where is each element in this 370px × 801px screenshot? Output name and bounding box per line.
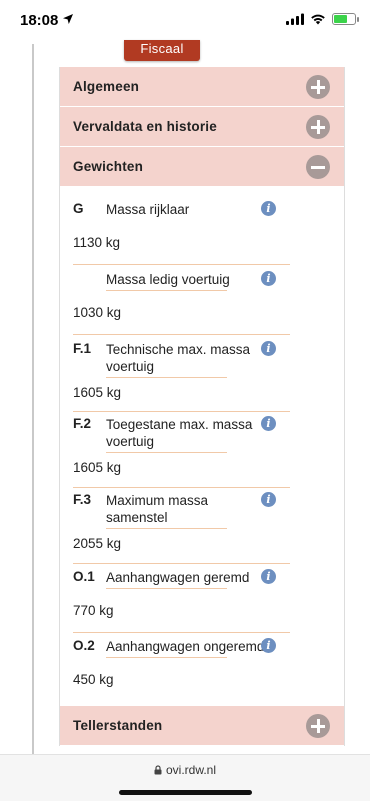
row-divider <box>73 264 290 265</box>
info-icon[interactable]: i <box>261 416 276 431</box>
section-title: Gewichten <box>73 159 144 174</box>
url-text: ovi.rdw.nl <box>165 763 217 777</box>
label-underline <box>106 528 227 529</box>
vehicle-data-accordion: Algemeen Vervaldata en historie Gewichte… <box>59 67 345 746</box>
weight-code: F.2 <box>73 416 92 431</box>
weight-code: O.1 <box>73 569 95 584</box>
info-icon[interactable]: i <box>261 569 276 584</box>
row-divider <box>73 334 290 335</box>
info-icon[interactable]: i <box>261 341 276 356</box>
url-display[interactable]: ovi.rdw.nl <box>0 763 370 777</box>
weight-label: Aanhangwagen ongeremd <box>106 639 265 654</box>
weight-code: F.1 <box>73 341 92 356</box>
weight-label: Massa rijklaar <box>106 202 190 217</box>
row-divider <box>73 487 290 488</box>
info-icon[interactable]: i <box>261 271 276 286</box>
home-indicator[interactable] <box>119 790 252 795</box>
plus-circle-icon[interactable] <box>306 75 330 99</box>
row-divider <box>73 563 290 564</box>
label-underline <box>106 452 227 453</box>
status-bar: 18:08 <box>0 0 370 44</box>
weight-label: Maximum massa samenstel <box>106 493 209 525</box>
label-underline <box>106 377 227 378</box>
section-header-gewichten[interactable]: Gewichten <box>60 147 344 187</box>
page-left-border <box>32 44 34 756</box>
cellular-signal-icon <box>286 13 304 25</box>
info-icon[interactable]: i <box>261 201 276 216</box>
section-header-tellerstanden[interactable]: Tellerstanden <box>60 706 344 746</box>
weight-value: 2055 kg <box>73 536 122 551</box>
weight-label: Toegestane max. massa voertuig <box>106 417 253 449</box>
section-title: Tellerstanden <box>73 718 163 733</box>
weight-code: O.2 <box>73 638 95 653</box>
row-divider <box>73 632 290 633</box>
location-arrow-icon <box>63 14 73 24</box>
label-underline <box>106 657 227 658</box>
weight-label: Aanhangwagen geremd <box>106 570 250 585</box>
section-header-vervaldata[interactable]: Vervaldata en historie <box>60 107 344 147</box>
section-title: Algemeen <box>73 79 140 94</box>
browser-address-bar[interactable]: ovi.rdw.nl <box>0 754 370 801</box>
info-icon[interactable]: i <box>261 638 276 653</box>
info-icon[interactable]: i <box>261 492 276 507</box>
tab-fiscaal[interactable]: Fiscaal <box>124 40 200 61</box>
weight-value: 450 kg <box>73 672 114 687</box>
lock-icon <box>154 765 162 775</box>
weight-label: Massa ledig voertuig <box>106 272 230 287</box>
weight-label: Technische max. massa voertuig <box>106 342 251 374</box>
section-title: Vervaldata en historie <box>73 119 217 134</box>
weight-value: 1130 kg <box>73 235 121 250</box>
weight-code: F.3 <box>73 492 92 507</box>
label-underline <box>106 290 227 291</box>
weight-value: 770 kg <box>73 603 114 618</box>
weight-value: 1030 kg <box>73 305 122 320</box>
plus-circle-icon[interactable] <box>306 714 330 738</box>
row-divider <box>73 411 290 412</box>
weight-value: 1605 kg <box>73 460 122 475</box>
minus-circle-icon[interactable] <box>306 155 330 179</box>
gewichten-content: G Massa rijklaar i 1130 kg Massa ledig v… <box>60 187 344 706</box>
weight-code: G <box>73 201 84 216</box>
plus-circle-icon[interactable] <box>306 115 330 139</box>
status-icons <box>286 13 359 25</box>
label-underline <box>106 588 227 589</box>
battery-charging-icon <box>332 13 359 25</box>
wifi-icon <box>311 14 325 25</box>
section-header-algemeen[interactable]: Algemeen <box>60 67 344 107</box>
status-time: 18:08 <box>20 12 59 29</box>
weight-value: 1605 kg <box>73 385 122 400</box>
